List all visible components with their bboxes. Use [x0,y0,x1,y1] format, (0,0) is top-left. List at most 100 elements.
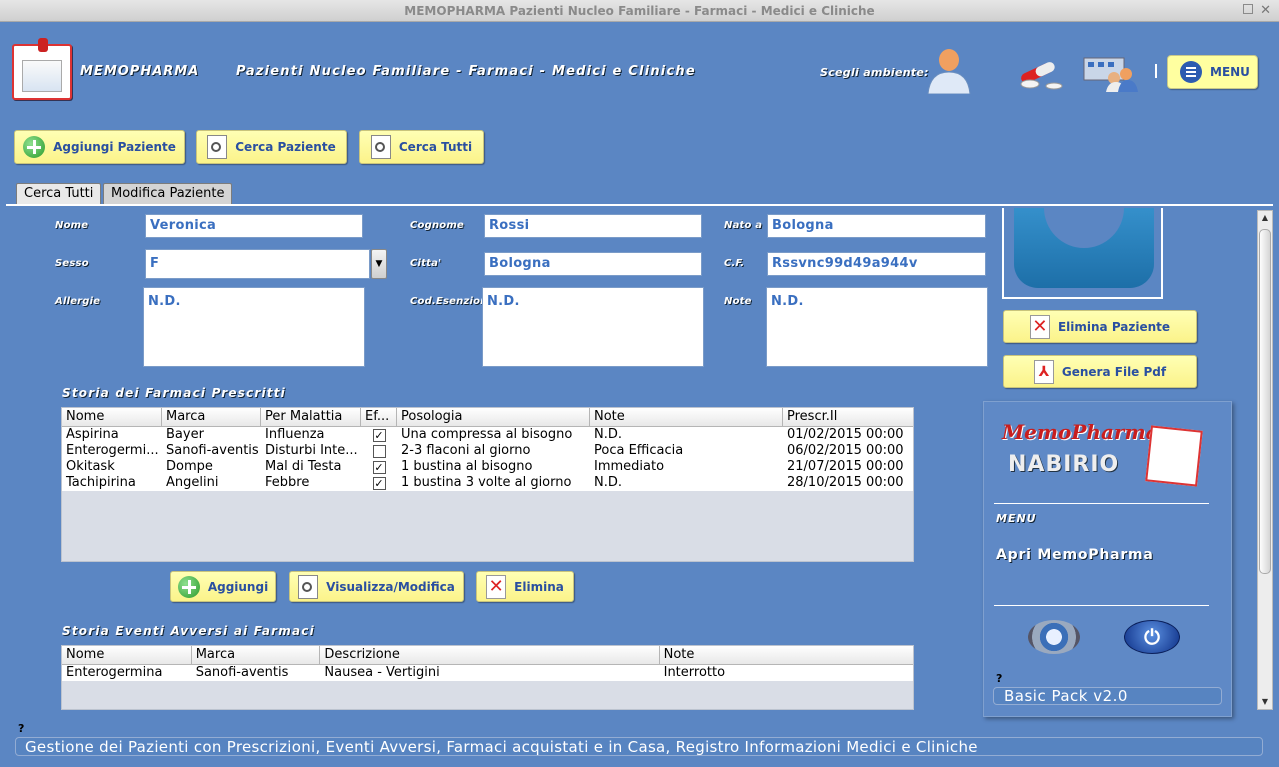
add-patient-button[interactable]: Aggiungi Paziente [14,130,185,164]
nato-a-field[interactable]: Bologna [767,214,986,238]
table-row[interactable]: Enterogermina Sanofi-aventis Nausea - Vert… [62,665,913,681]
cell-efficacia[interactable] [361,443,397,459]
scroll-thumb[interactable] [1259,229,1271,574]
pdf-icon: ⅄ [1033,359,1054,384]
cognome-field[interactable]: Rossi [484,214,702,238]
col-posologia[interactable]: Posologia [397,408,590,426]
power-icon[interactable]: ⏻ [1124,620,1180,654]
table-row[interactable]: Okitask Dompe Mal di Testa ✓ 1 bustina al bi… [62,459,913,475]
col-data[interactable]: Prescr.Il [783,408,913,426]
tab-cerca-tutti[interactable]: Cerca Tutti [16,183,102,204]
col-note[interactable]: Note [590,408,783,426]
add-patient-label: Aggiungi Paziente [53,140,176,154]
checked-checkbox[interactable]: ✓ [372,428,386,442]
drugs-environment-icon[interactable] [1008,46,1070,94]
cell-posologia: Una compressa al bisogno [401,427,573,442]
cell-malattia: Febbre [261,475,361,491]
menu-label: MENU [1210,65,1250,79]
clinics-environment-icon[interactable] [1078,46,1140,94]
sesso-select[interactable]: F [145,249,370,279]
search-all-button[interactable]: Cerca Tutti [359,130,484,164]
menu-button[interactable]: MENU [1167,55,1258,89]
cell-efficacia[interactable]: ✓ [361,475,397,491]
cell-data: 06/02/2015 00:00 [787,443,904,458]
cell-malattia: Disturbi Inte... [261,443,361,459]
delete-prescription-button[interactable]: ✕ Elimina [476,571,574,602]
version-label: Basic Pack v2.0 [993,687,1222,705]
table-header: Nome Marca Descrizione Note [62,646,913,665]
checked-checkbox[interactable]: ✓ [372,476,386,490]
pin-icon [38,38,48,52]
clipboard-icon [1145,425,1203,487]
delete-patient-button[interactable]: ✕ Elimina Paziente [1003,310,1197,343]
col-nome[interactable]: Nome [62,408,162,426]
delete-document-icon: ✕ [1029,314,1050,339]
scroll-down-icon[interactable]: ▼ [1258,695,1272,709]
search-list-icon [370,135,391,159]
cell-malattia: Influenza [261,427,361,443]
cell-posologia: 1 bustina al bisogno [401,459,533,474]
cell-efficacia[interactable]: ✓ [361,459,397,475]
cell-posologia: 1 bustina 3 volte al giorno [401,475,572,490]
col-descrizione[interactable]: Descrizione [320,646,660,664]
settings-gear-icon[interactable] [1028,620,1080,654]
search-patient-button[interactable]: Cerca Paziente [196,130,347,164]
col-marca[interactable]: Marca [192,646,321,664]
col-marca[interactable]: Marca [162,408,261,426]
cf-field[interactable]: Rssvnc99d49a944v [767,252,986,276]
allergie-textarea[interactable]: N.D. [143,287,365,367]
prescriptions-table[interactable]: Nome Marca Per Malattia Ef... Posologia … [61,407,914,562]
citta-field[interactable]: Bologna [484,252,702,276]
search-document-icon [207,135,228,159]
table-row[interactable]: Tachipirina Angelini Febbre ✓ 1 bustina 3 vo… [62,475,913,491]
tab-modifica-paziente[interactable]: Modifica Paziente [103,183,233,204]
cell-nome: Okitask [66,459,115,474]
unchecked-checkbox[interactable] [372,444,386,458]
view-edit-prescription-button[interactable]: Visualizza/Modifica [289,571,464,602]
delete-document-icon: ✕ [486,574,507,599]
window-titlebar: MEMOPHARMA Pazienti Nucleo Familiare - F… [0,0,1279,22]
col-efficacia[interactable]: Ef... [361,408,397,426]
label-esenzioni: Cod.Esenzioni [410,296,492,307]
col-malattia[interactable]: Per Malattia [261,408,361,426]
col-nome[interactable]: Nome [62,646,192,664]
table-row[interactable]: Enterogermi... Sanofi-aventis Disturbi Int… [62,443,913,459]
prescriptions-title: Storia dei Farmaci Prescritti [62,386,286,400]
close-icon[interactable]: ✕ [1260,0,1271,22]
col-note[interactable]: Note [660,646,913,664]
maximize-icon[interactable] [1243,4,1253,14]
adverse-events-title: Storia Eventi Avversi ai Farmaci [62,624,315,638]
scroll-up-icon[interactable]: ▲ [1258,211,1272,225]
patient-environment-icon[interactable] [918,46,980,94]
cell-marca: Sanofi-aventis [195,665,289,680]
cell-efficacia[interactable]: ✓ [361,427,397,443]
note-textarea[interactable]: N.D. [766,287,988,367]
chevron-down-icon[interactable]: ▼ [371,249,387,279]
cell-nome: Tachipirina [66,475,136,490]
vertical-scrollbar[interactable]: ▲ ▼ [1257,210,1273,710]
cell-marca: Dompe [166,459,213,474]
generate-pdf-button[interactable]: ⅄ Genera File Pdf [1003,355,1197,388]
cell-nome: Aspirina [66,427,119,442]
label-note: Note [724,296,752,307]
cell-nome: Enterogermi... [66,443,159,458]
open-memopharma-link[interactable]: Apri MemoPharma [996,547,1154,563]
checked-checkbox[interactable]: ✓ [372,460,386,474]
help-icon[interactable]: ? [996,672,1002,685]
add-prescription-button[interactable]: Aggiungi [170,571,276,602]
cell-data: 01/02/2015 00:00 [787,427,904,442]
adverse-events-table[interactable]: Nome Marca Descrizione Note Enterogermin… [61,645,914,710]
cell-marca: Bayer [166,427,204,442]
nome-field[interactable]: Veronica [145,214,363,238]
table-row[interactable]: Aspirina Bayer Influenza ✓ Una compressa al … [62,427,913,443]
cell-note: N.D. [594,475,622,490]
memopharma-nabirio-logo: MemoPharma NABIRIO [1002,420,1203,490]
patient-photo[interactable] [1002,208,1163,299]
cell-malattia: Mal di Testa [261,459,361,475]
esenzioni-textarea[interactable]: N.D. [482,287,704,367]
label-sesso: Sesso [55,258,89,269]
help-icon[interactable]: ? [18,722,24,735]
logo-subtext: NABIRIO [1008,452,1120,477]
label-citta: Citta' [410,258,442,269]
label-cognome: Cognome [410,220,464,231]
